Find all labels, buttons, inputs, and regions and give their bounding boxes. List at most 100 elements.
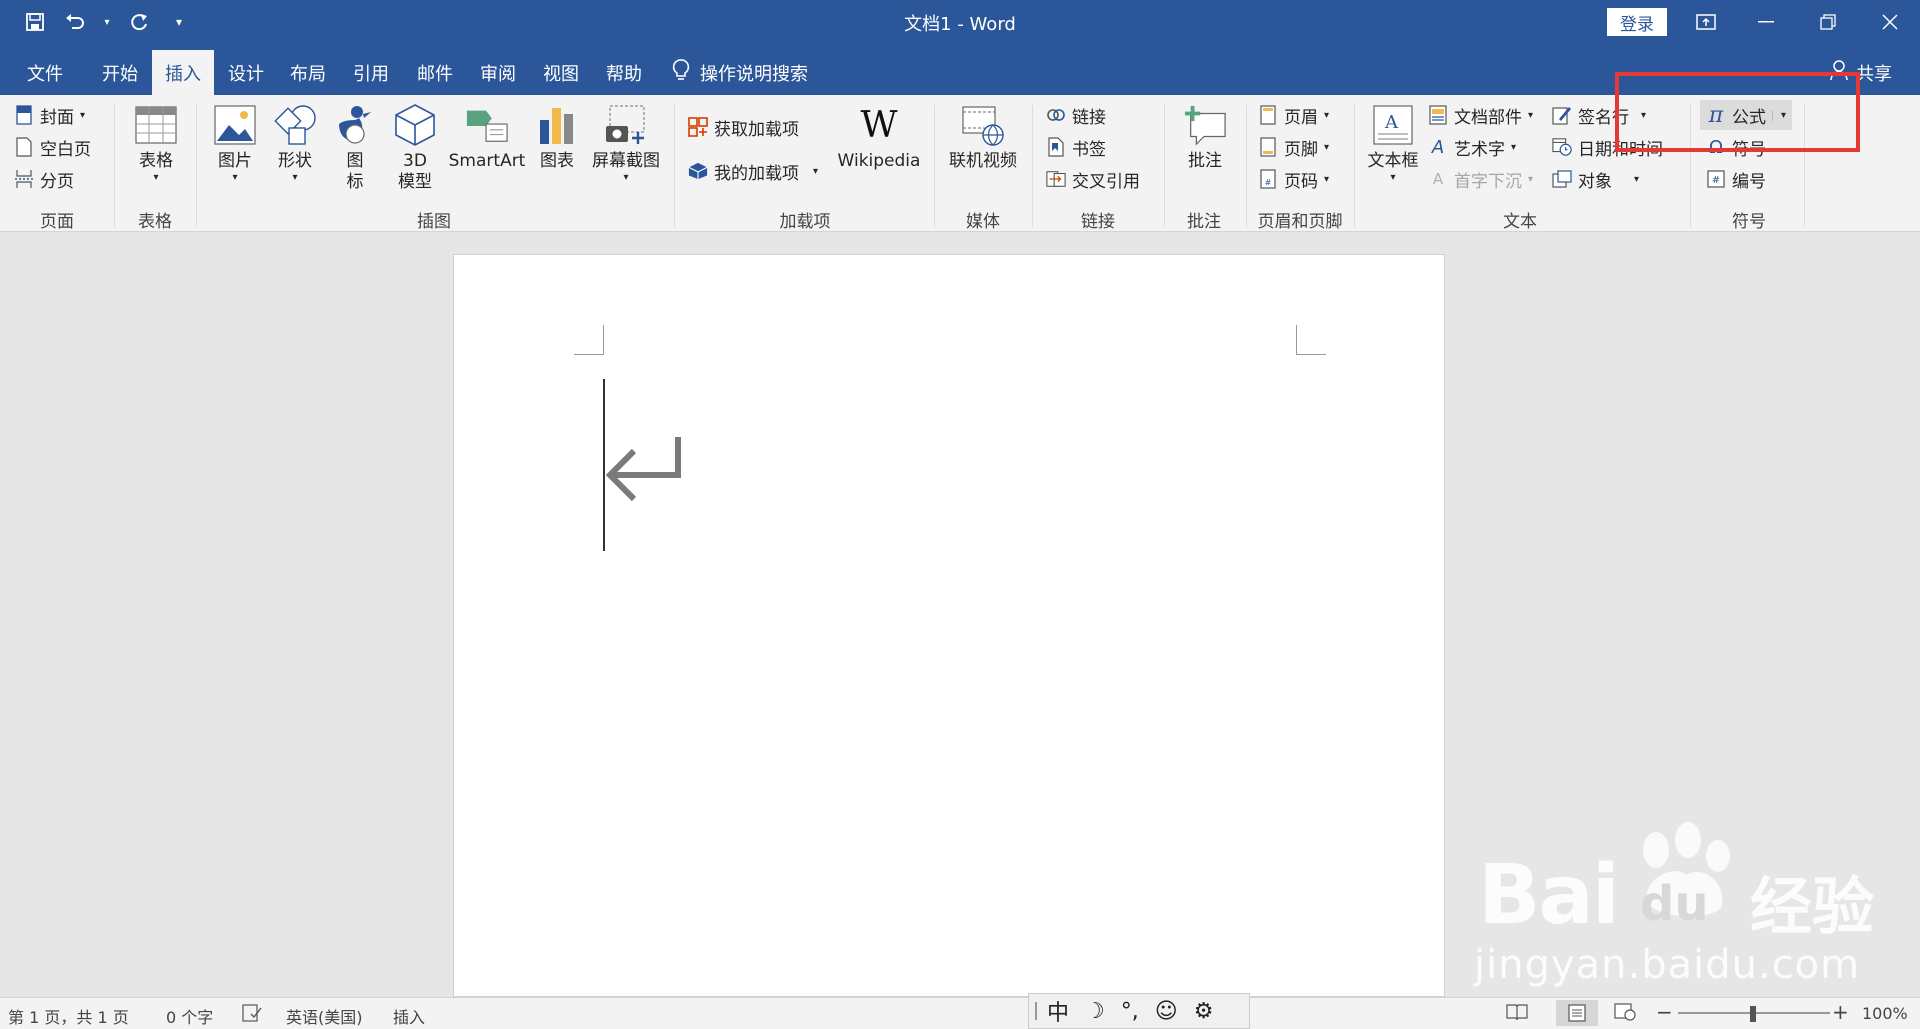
page-break-button[interactable]: 分页: [14, 165, 74, 193]
drop-cap-icon: A: [1432, 170, 1444, 188]
moon-icon[interactable]: ☽: [1085, 999, 1105, 1024]
blank-page-button[interactable]: 空白页: [14, 133, 91, 161]
baidu-watermark: Bai du 经验 jingyan.baidu.com: [1474, 820, 1898, 1020]
insert-mode[interactable]: 插入: [393, 1004, 425, 1028]
group-separator: [1032, 105, 1033, 227]
zoom-level[interactable]: 100%: [1862, 1004, 1908, 1023]
calendar-clock-icon: [1552, 137, 1572, 157]
zoom-in-icon[interactable]: +: [1832, 1000, 1849, 1024]
tell-me-search[interactable]: 操作说明搜索: [672, 50, 808, 95]
document-page[interactable]: [453, 254, 1445, 997]
blank-page-icon: [14, 137, 34, 157]
chevron-down-icon: ▾: [623, 172, 629, 183]
emoji-icon[interactable]: ☺: [1155, 999, 1178, 1024]
cross-reference-button[interactable]: 交叉引用: [1046, 165, 1140, 193]
wordart-button[interactable]: A 艺术字 ▾: [1428, 133, 1516, 161]
minimize-icon[interactable]: [1736, 0, 1796, 44]
restore-icon[interactable]: [1798, 0, 1858, 44]
tab-help[interactable]: 帮助: [594, 50, 654, 95]
number-sign-icon: #: [1706, 169, 1726, 189]
quick-parts-icon: [1428, 105, 1448, 125]
group-label-comments: 批注: [1187, 212, 1221, 232]
tab-design[interactable]: 设计: [216, 50, 276, 95]
tab-mailings[interactable]: 邮件: [404, 50, 466, 95]
my-addins-button[interactable]: 我的加载项 ▾: [688, 157, 818, 185]
svg-text:#: #: [1712, 175, 1720, 186]
group-separator: [1246, 105, 1247, 227]
wikipedia-button[interactable]: W Wikipedia: [832, 103, 926, 172]
page-count[interactable]: 第 1 页，共 1 页: [8, 1004, 129, 1028]
cover-page-button[interactable]: 封面 ▾: [14, 101, 85, 129]
close-icon[interactable]: [1860, 0, 1920, 44]
punctuation-icon[interactable]: °,: [1121, 999, 1139, 1024]
tab-references[interactable]: 引用: [340, 50, 402, 95]
wikipedia-logo-icon: W: [860, 104, 898, 146]
cross-reference-icon: [1046, 169, 1066, 189]
page-break-icon: [14, 169, 34, 189]
group-label-addins: 加载项: [779, 212, 831, 232]
online-video-button[interactable]: 联机视频: [944, 103, 1022, 172]
text-box-button[interactable]: A 文本框 ▾: [1362, 103, 1424, 184]
watermark-url: jingyan.baidu.com: [1474, 942, 1861, 988]
login-button[interactable]: 登录: [1607, 8, 1667, 36]
ribbon-display-icon[interactable]: [1676, 0, 1736, 44]
link-button[interactable]: 链接: [1046, 101, 1106, 129]
footer-button[interactable]: 页脚 ▾: [1258, 133, 1329, 161]
settings-gear-icon[interactable]: ⚙: [1194, 999, 1214, 1024]
zoom-slider-thumb[interactable]: [1750, 1006, 1756, 1022]
ime-drag-handle[interactable]: [1035, 1002, 1037, 1020]
web-layout-icon[interactable]: [1614, 1003, 1636, 1025]
wordart-icon: A: [1431, 136, 1445, 158]
word-count[interactable]: 0 个字: [166, 1004, 213, 1028]
table-button[interactable]: 表格 ▾: [128, 103, 184, 184]
tab-insert[interactable]: 插入: [152, 50, 214, 95]
tab-layout[interactable]: 布局: [278, 50, 338, 95]
group-label-tables: 表格: [138, 212, 172, 232]
tab-review[interactable]: 审阅: [468, 50, 528, 95]
icons-bird-icon: [333, 103, 377, 147]
group-separator: [1354, 105, 1355, 227]
chevron-down-icon: ▾: [1390, 172, 1396, 183]
smartart-button[interactable]: SmartArt: [444, 103, 530, 172]
watermark-du: du: [1640, 876, 1709, 932]
title-bar: ▾ ▾ 文档1 - Word 登录: [0, 0, 1920, 44]
ime-chinese-mode[interactable]: 中: [1047, 995, 1069, 1027]
tab-home[interactable]: 开始: [90, 50, 150, 95]
lightbulb-icon: [672, 58, 690, 87]
page-number-icon: #: [1258, 169, 1278, 189]
margin-corner-top-right: [1296, 325, 1326, 355]
print-layout-icon[interactable]: [1556, 1000, 1598, 1026]
chevron-down-icon: ▾: [813, 165, 819, 177]
group-label-header-footer: 页眉和页脚: [1257, 212, 1343, 232]
chevron-down-icon: ▾: [1324, 109, 1330, 121]
pictures-button[interactable]: 图片 ▾: [208, 103, 262, 184]
text-box-icon: A: [1371, 103, 1415, 147]
read-mode-icon[interactable]: [1506, 1003, 1528, 1025]
screenshot-button[interactable]: 屏幕截图 ▾: [588, 103, 664, 184]
get-addins-button[interactable]: 获取加载项: [688, 113, 799, 141]
group-label-text: 文本: [1503, 212, 1537, 232]
drop-cap-button[interactable]: A 首字下沉 ▾: [1428, 165, 1533, 193]
cube-icon: [393, 103, 437, 147]
group-label-pages: 页面: [40, 212, 74, 232]
group-label-illustrations: 插图: [417, 212, 451, 232]
chart-button[interactable]: 图表: [530, 103, 584, 172]
tab-file[interactable]: 文件: [14, 50, 76, 95]
zoom-out-icon[interactable]: −: [1656, 1000, 1673, 1024]
bookmark-button[interactable]: 书签: [1046, 133, 1106, 161]
language-indicator[interactable]: 英语(美国): [286, 1004, 363, 1028]
tab-view[interactable]: 视图: [530, 50, 592, 95]
numbering-button[interactable]: # 编号: [1706, 165, 1766, 193]
bookmark-icon: [1046, 137, 1066, 157]
page-number-button[interactable]: # 页码 ▾: [1258, 165, 1329, 193]
3d-models-button[interactable]: 3D 模型: [388, 103, 442, 193]
object-icon: [1552, 169, 1572, 189]
icons-button[interactable]: 图 标: [328, 103, 382, 193]
object-button[interactable]: 对象 ▾: [1552, 165, 1639, 193]
quick-parts-button[interactable]: 文档部件 ▾: [1428, 101, 1533, 129]
group-label-links: 链接: [1081, 212, 1115, 232]
proofing-icon[interactable]: [242, 1004, 262, 1026]
new-comment-button[interactable]: 批注: [1176, 103, 1234, 172]
header-button[interactable]: 页眉 ▾: [1258, 101, 1329, 129]
shapes-button[interactable]: 形状 ▾: [268, 103, 322, 184]
